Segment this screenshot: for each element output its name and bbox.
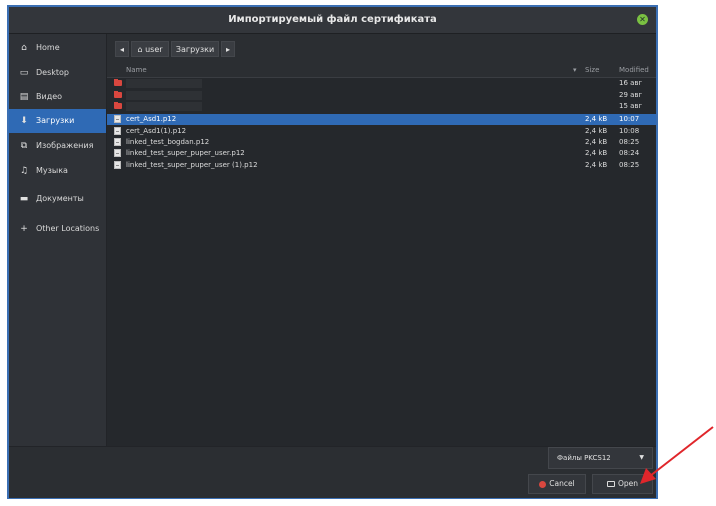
file-list-pane: ◂ ⌂ user Загрузки ▸ Name ▾ Size Modified… — [107, 34, 656, 446]
background-page-edge — [0, 0, 7, 506]
home-icon: ⌂ — [21, 43, 27, 53]
folder-icon: ▬ — [19, 194, 29, 204]
open-icon — [606, 481, 615, 487]
sidebar-item-label: Other Locations — [36, 224, 100, 233]
column-header: Name ▾ Size Modified — [107, 64, 656, 78]
sort-indicator-icon: ▾ — [573, 66, 577, 74]
path-crumb-downloads[interactable]: Загрузки — [171, 41, 219, 57]
music-icon: ♫ — [19, 166, 29, 176]
redacted-name — [126, 79, 202, 88]
sidebar-item-label: Home — [36, 43, 60, 52]
file-icon — [114, 161, 121, 169]
sidebar-item-music[interactable]: ♫ Музыка — [9, 159, 106, 183]
file-icon — [114, 127, 121, 135]
list-item[interactable]: linked_test_bogdan.p12 2,4 kB 08:25 — [107, 137, 656, 148]
sidebar-item-home[interactable]: ⌂ Home — [9, 36, 106, 60]
desktop-icon: ▭ — [19, 68, 29, 78]
chevron-down-icon: ▼ — [639, 454, 644, 461]
dialog-title: Импортируемый файл сертификата — [228, 14, 437, 25]
places-sidebar: ⌂ Home ▭ Desktop ▤ Видео ⬇ Загрузки ⧉ Изображ… — [9, 34, 107, 446]
file-icon — [114, 149, 121, 157]
sidebar-item-desktop[interactable]: ▭ Desktop — [9, 61, 106, 85]
video-icon: ▤ — [19, 92, 29, 102]
sidebar-item-label: Документы — [36, 194, 84, 203]
path-crumb-user[interactable]: ⌂ user — [131, 41, 169, 57]
home-icon: ⌂ — [137, 45, 146, 54]
redacted-name — [126, 91, 202, 100]
plus-icon: + — [20, 224, 28, 234]
file-icon — [114, 138, 121, 146]
path-forward-button[interactable]: ▸ — [221, 41, 235, 57]
sidebar-item-documents[interactable]: ▬ Документы — [9, 187, 106, 211]
sidebar-item-video[interactable]: ▤ Видео — [9, 85, 106, 109]
cancel-button[interactable]: Cancel — [528, 474, 586, 494]
list-item[interactable]: linked_test_super_puper_user (1).p12 2,4… — [107, 160, 656, 171]
sidebar-item-downloads[interactable]: ⬇ Загрузки — [9, 109, 106, 133]
sidebar-item-images[interactable]: ⧉ Изображения — [9, 134, 106, 158]
close-icon[interactable]: ✕ — [637, 14, 648, 25]
sidebar-item-label: Изображения — [36, 141, 94, 150]
list-item[interactable]: cert_Asd1(1).p12 2,4 kB 10:08 — [107, 126, 656, 137]
column-modified[interactable]: Modified — [619, 64, 649, 77]
path-bar: ◂ ⌂ user Загрузки ▸ — [107, 34, 656, 64]
list-item[interactable]: 15 авг — [107, 101, 656, 112]
image-icon: ⧉ — [20, 141, 28, 151]
dialog-titlebar: Импортируемый файл сертификата ✕ — [9, 7, 656, 34]
download-icon: ⬇ — [20, 116, 28, 126]
sidebar-item-label: Видео — [36, 92, 63, 101]
file-type-filter-select[interactable]: Файлы PKCS12 ▼ — [548, 447, 653, 469]
list-item[interactable]: 16 авг — [107, 78, 656, 89]
cancel-icon — [539, 480, 547, 488]
folder-icon — [114, 91, 122, 98]
path-back-button[interactable]: ◂ — [115, 41, 129, 57]
sidebar-item-label: Desktop — [36, 68, 69, 77]
folder-icon — [114, 102, 122, 109]
open-button[interactable]: Open — [592, 474, 653, 494]
file-chooser-dialog: Импортируемый файл сертификата ✕ ⌂ Home ▭… — [7, 5, 658, 499]
sidebar-item-other-locations[interactable]: + Other Locations — [9, 217, 106, 241]
sidebar-item-label: Музыка — [36, 166, 68, 175]
column-size[interactable]: Size — [585, 64, 599, 77]
redacted-name — [126, 102, 202, 111]
list-item[interactable]: 29 авг — [107, 90, 656, 101]
column-name[interactable]: Name — [126, 64, 147, 77]
list-item-selected[interactable]: cert_Asd1.p12 2,4 kB 10:07 — [107, 114, 656, 125]
folder-icon — [114, 79, 122, 86]
sidebar-item-label: Загрузки — [36, 116, 75, 125]
list-item[interactable]: linked_test_super_puper_user.p12 2,4 kB … — [107, 148, 656, 159]
file-icon — [114, 115, 121, 123]
